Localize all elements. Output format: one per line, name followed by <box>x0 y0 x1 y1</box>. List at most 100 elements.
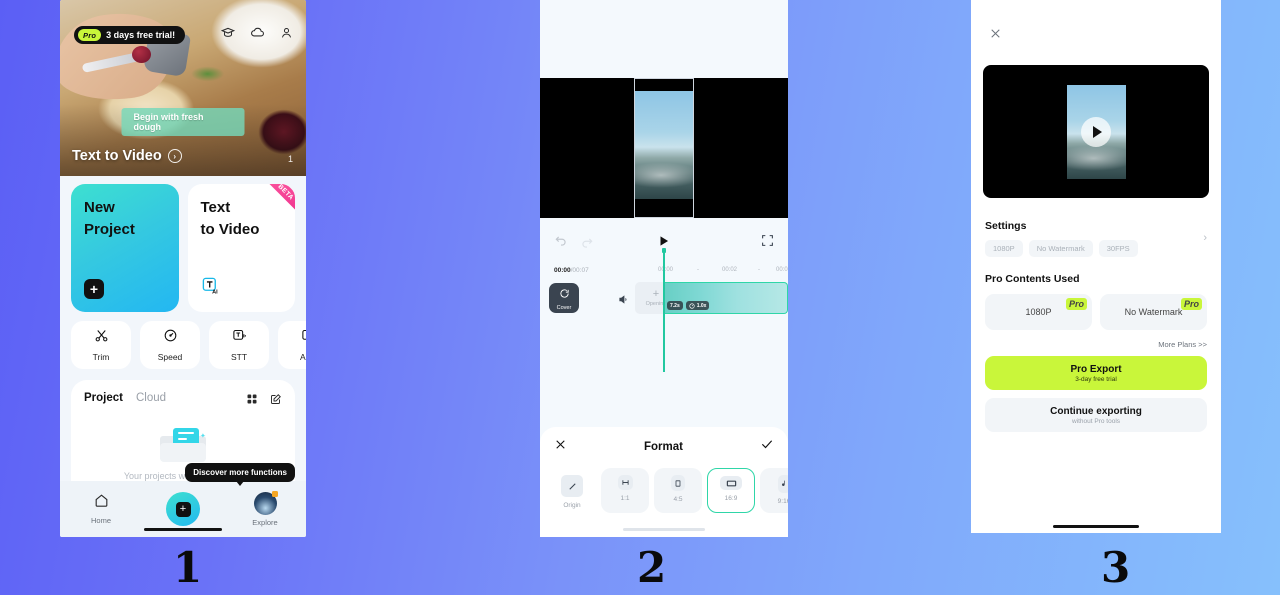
caption-number-2: 2 <box>637 543 667 592</box>
arrow-right-icon: › <box>167 149 182 163</box>
hero-icon-row <box>221 26 293 40</box>
home-indicator <box>1053 524 1139 528</box>
speech-to-text-icon <box>232 328 247 348</box>
editor-top-spacer <box>540 0 788 78</box>
pro-content-no-watermark[interactable]: No Watermark Pro <box>1100 294 1207 330</box>
chevron-right-icon[interactable]: › <box>1203 232 1207 244</box>
pro-contents-title: Pro Contents Used <box>985 273 1080 285</box>
hero-title-text: Text to Video <box>72 148 162 164</box>
close-icon[interactable] <box>554 438 567 456</box>
home-indicator <box>623 527 705 531</box>
undo-icon[interactable] <box>554 234 568 253</box>
continue-export-button[interactable]: Continue exporting without Pro tools <box>985 398 1207 432</box>
settings-chip[interactable]: No Watermark <box>1028 240 1093 257</box>
export-actions: More Plans >> Pro Export 3-day free tria… <box>971 340 1221 432</box>
video-clip-track[interactable]: 7.2s 1.0x <box>663 282 788 314</box>
settings-section: Settings › 1080P No Watermark 30FPS <box>971 220 1221 257</box>
more-plans-link[interactable]: More Plans >> <box>985 340 1207 349</box>
tool-trim[interactable]: Trim <box>71 321 131 369</box>
home-indicator <box>144 527 222 531</box>
format-label: Origin <box>563 502 581 509</box>
tool-label: Trim <box>92 352 110 362</box>
speaker-icon[interactable] <box>618 292 629 310</box>
format-label: 9:16 <box>777 498 788 505</box>
tab-project[interactable]: Project <box>84 392 123 404</box>
text-to-video-card[interactable]: BETA Text to Video AI <box>187 184 295 312</box>
ratio-4-5-icon <box>671 475 685 491</box>
settings-title: Settings <box>985 220 1027 232</box>
pro-export-button[interactable]: Pro Export 3-day free trial <box>985 356 1207 390</box>
nav-label-home: Home <box>90 516 111 525</box>
settings-chip[interactable]: 30FPS <box>1098 240 1138 257</box>
create-fab-button[interactable]: + <box>166 492 200 526</box>
format-label: 1:1 <box>620 495 630 502</box>
check-icon[interactable] <box>760 437 774 456</box>
continue-export-title: Continue exporting <box>1050 405 1142 417</box>
format-option-16-9[interactable]: 16:9 <box>707 468 755 513</box>
pro-badge: Pro <box>1065 298 1087 310</box>
ruler-tick: - <box>697 267 699 273</box>
scissors-icon <box>94 328 109 348</box>
pro-content-label: 1080P <box>1025 307 1052 317</box>
primary-card-row: New Project + BETA Text to Video AI <box>71 184 295 312</box>
timeline-track-area[interactable]: Cover + Opening 7.2s 1.0x <box>540 248 788 372</box>
preview-clip[interactable] <box>634 78 694 218</box>
screen-3-export: Settings › 1080P No Watermark 30FPS Pro … <box>971 0 1221 533</box>
export-video-preview[interactable] <box>983 65 1209 198</box>
timeline-playhead[interactable] <box>662 248 666 372</box>
redo-icon[interactable] <box>580 236 594 255</box>
bottom-navigation: Home + Discover more functions Explore <box>60 462 306 537</box>
ratio-16-9-icon <box>720 476 742 490</box>
nav-label-explore: Explore <box>252 517 278 527</box>
grid-view-icon[interactable] <box>246 392 258 410</box>
clip-duration-badge: 7.2s <box>667 301 683 310</box>
cover-label: Cover <box>556 304 572 311</box>
quick-tools-row: Trim Speed STT A <box>71 321 306 369</box>
edit-icon[interactable] <box>270 392 282 410</box>
hero-title[interactable]: Text to Video › <box>72 148 182 164</box>
pro-contents-section: Pro Contents Used 1080P Pro No Watermark… <box>971 273 1221 330</box>
format-option-origin[interactable]: Origin <box>548 468 596 513</box>
close-icon[interactable] <box>971 0 1221 45</box>
graduation-cap-icon[interactable] <box>221 26 235 40</box>
pro-content-1080p[interactable]: 1080P Pro <box>985 294 1092 330</box>
settings-chip[interactable]: 1080P <box>985 240 1023 257</box>
profile-icon[interactable] <box>280 26 293 40</box>
fullscreen-icon[interactable] <box>761 234 774 252</box>
pro-export-title: Pro Export <box>1070 363 1122 375</box>
current-time: 00:00 <box>554 266 571 274</box>
format-label: 4:5 <box>673 496 683 503</box>
format-option-1-1[interactable]: 1:1 <box>601 468 649 513</box>
mountain-thumbnail <box>635 91 693 199</box>
tab-cloud[interactable]: Cloud <box>136 392 166 404</box>
nav-item-explore[interactable]: Discover more functions Explore <box>185 462 295 527</box>
format-option-list: Origin 1:1 4:5 16:9 9:1 <box>540 456 788 513</box>
hero-berry-shape <box>132 46 151 63</box>
origin-icon <box>561 475 583 497</box>
caption-number-1: 1 <box>173 543 203 592</box>
tool-speed[interactable]: Speed <box>140 321 200 369</box>
hero-banner: Pro 3 days free trial! Begin with fresh … <box>60 0 306 176</box>
screen-2-editor: 00:00 /00:07 00:00 - 00:02 - 00:0 Cover <box>540 0 788 537</box>
screenshot-stage: Pro 3 days free trial! Begin with fresh … <box>0 0 1280 595</box>
settings-chip-row: 1080P No Watermark 30FPS <box>985 240 1207 257</box>
new-project-card[interactable]: New Project + <box>71 184 179 312</box>
tool-stt[interactable]: STT <box>209 321 269 369</box>
editor-middle: 00:00 /00:07 00:00 - 00:02 - 00:0 Cover <box>540 218 788 372</box>
clip-badges: 7.2s 1.0x <box>667 301 710 310</box>
cloud-icon[interactable] <box>250 26 265 40</box>
nav-item-home[interactable]: Home <box>73 493 129 525</box>
format-option-4-5[interactable]: 4:5 <box>654 468 702 513</box>
plus-icon: + <box>84 279 104 299</box>
ruler-tick: - <box>758 267 760 273</box>
play-icon[interactable] <box>1081 116 1111 147</box>
cover-button[interactable]: Cover <box>549 283 579 313</box>
screen-1-home: Pro 3 days free trial! Begin with fresh … <box>60 0 306 537</box>
format-panel: Format Origin 1:1 4:5 16:9 9:1 <box>540 427 788 537</box>
tool-ai-subtitle[interactable]: AI S <box>278 321 306 369</box>
format-option-9-16[interactable]: 9:16 <box>760 468 788 513</box>
nav-item-create[interactable]: + <box>155 492 211 526</box>
pro-trial-banner[interactable]: Pro 3 days free trial! <box>74 26 186 44</box>
continue-export-subtitle: without Pro tools <box>1071 417 1121 425</box>
discover-tooltip: Discover more functions <box>185 462 295 486</box>
